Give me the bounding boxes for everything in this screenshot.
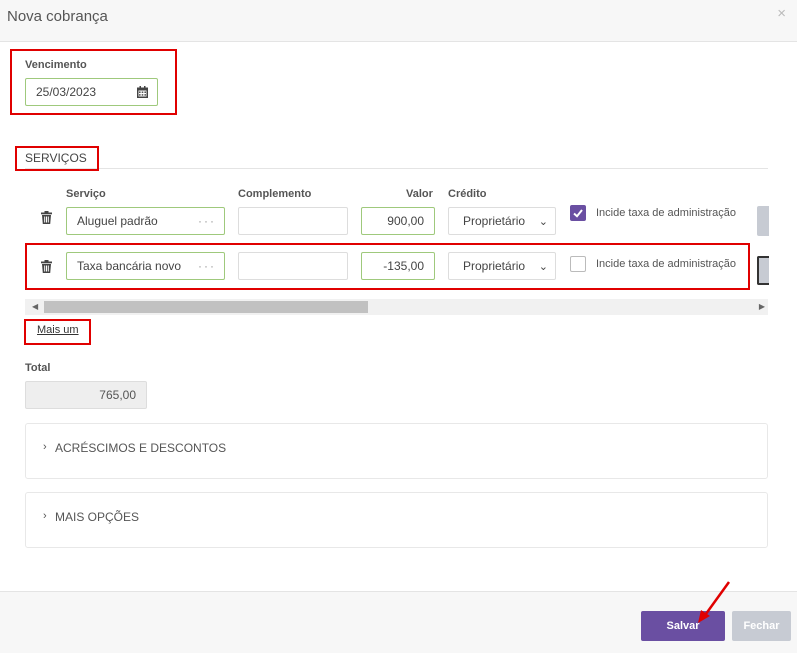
value-value: -135,00 xyxy=(383,259,424,273)
total-value: 765,00 xyxy=(99,388,136,402)
total-label: Total xyxy=(25,362,51,374)
section-label: MAIS OPÇÕES xyxy=(55,510,140,524)
admin-fee-checkbox[interactable] xyxy=(570,205,586,221)
value-value: 900,00 xyxy=(387,214,424,228)
due-date-label: Vencimento xyxy=(25,59,87,71)
scrollbar-thumb[interactable] xyxy=(44,301,368,313)
credit-value: Proprietário xyxy=(463,259,526,273)
value-input[interactable]: -135,00 xyxy=(361,252,435,280)
calendar-icon[interactable] xyxy=(137,86,148,98)
chevron-right-icon: › xyxy=(43,441,47,453)
scroll-right-icon[interactable]: ▶ xyxy=(759,302,765,311)
credit-value: Proprietário xyxy=(463,214,526,228)
add-service-link[interactable]: Mais um xyxy=(37,324,79,336)
row-action-button[interactable] xyxy=(757,206,769,236)
header-complement: Complemento xyxy=(238,188,312,200)
complement-input[interactable] xyxy=(238,207,348,235)
close-button[interactable]: Fechar xyxy=(732,611,791,641)
complement-input[interactable] xyxy=(238,252,348,280)
service-input[interactable]: Taxa bancária novo ··· xyxy=(66,252,225,280)
header-service: Serviço xyxy=(66,188,106,200)
due-date-input[interactable]: 25/03/2023 xyxy=(25,78,158,106)
admin-fee-label: Incide taxa de administração xyxy=(596,207,737,219)
section-additions-discounts[interactable]: › ACRÉSCIMOS E DESCONTOS xyxy=(25,423,768,479)
credit-select[interactable]: Proprietário ⌄ xyxy=(448,252,556,280)
horizontal-scrollbar[interactable]: ◀ ▶ xyxy=(25,299,768,315)
chevron-right-icon: › xyxy=(43,510,47,522)
header-value: Valor xyxy=(406,188,433,200)
credit-select[interactable]: Proprietário ⌄ xyxy=(448,207,556,235)
header-credit: Crédito xyxy=(448,188,487,200)
admin-fee-label: Incide taxa de administração xyxy=(596,258,737,270)
admin-fee-checkbox[interactable] xyxy=(570,256,586,272)
chevron-down-icon: ⌄ xyxy=(538,261,548,273)
modal-footer: Salvar Fechar xyxy=(0,591,797,653)
due-date-value: 25/03/2023 xyxy=(36,85,97,99)
section-more-options[interactable]: › MAIS OPÇÕES xyxy=(25,492,768,548)
checkmark-icon xyxy=(573,209,583,218)
total-input: 765,00 xyxy=(25,381,147,409)
more-dots-icon[interactable]: ··· xyxy=(198,208,216,234)
modal-header: Nova cobrança × xyxy=(0,0,797,42)
scroll-left-icon[interactable]: ◀ xyxy=(32,302,38,311)
trash-icon[interactable] xyxy=(41,211,52,224)
annotation-arrow-icon xyxy=(698,581,731,623)
services-section-title: SERVIÇOS xyxy=(25,151,87,165)
close-icon[interactable]: × xyxy=(777,5,786,22)
service-value: Aluguel padrão xyxy=(77,214,158,228)
chevron-down-icon: ⌄ xyxy=(538,216,548,228)
modal-title: Nova cobrança xyxy=(7,8,108,25)
section-label: ACRÉSCIMOS E DESCONTOS xyxy=(55,441,227,455)
section-divider xyxy=(25,168,768,169)
service-input[interactable]: Aluguel padrão ··· xyxy=(66,207,225,235)
service-value: Taxa bancária novo xyxy=(77,259,182,273)
row-action-button[interactable] xyxy=(757,256,769,285)
more-dots-icon[interactable]: ··· xyxy=(198,253,216,279)
trash-icon[interactable] xyxy=(41,260,52,273)
value-input[interactable]: 900,00 xyxy=(361,207,435,235)
